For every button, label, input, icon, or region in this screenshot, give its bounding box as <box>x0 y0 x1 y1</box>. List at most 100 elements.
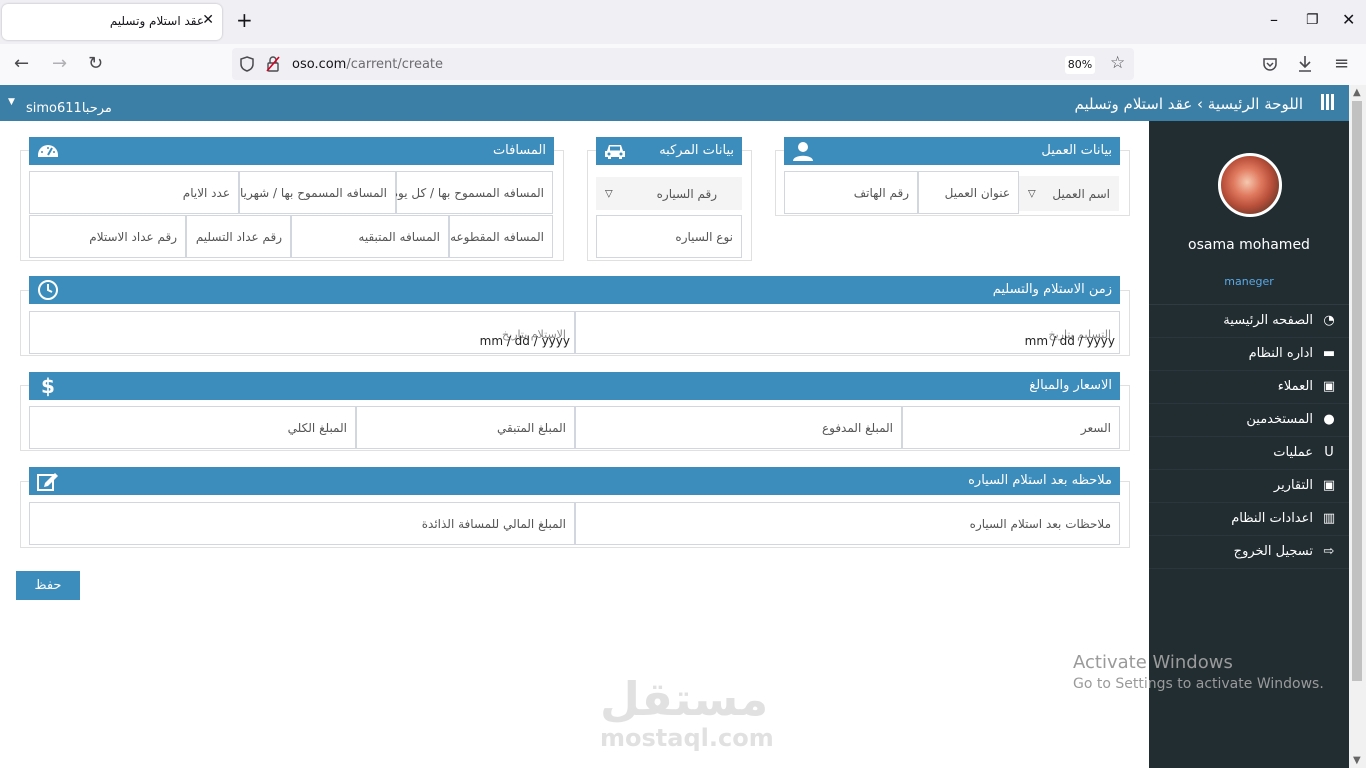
traveled-distance-input[interactable]: المسافه المقطوعه <box>449 215 553 258</box>
clock-icon <box>38 280 58 300</box>
days-count-input[interactable]: عدد الايام <box>29 171 239 214</box>
sidebar-item-system-admin[interactable]: ▬ اداره النظام <box>1149 338 1349 371</box>
sidebar-item-operations[interactable]: U عمليات <box>1149 437 1349 470</box>
reload-icon[interactable]: ↻ <box>88 54 103 74</box>
download-icon[interactable] <box>1297 55 1313 73</box>
delivery-date-input[interactable]: التسليم بتاريخ mm / dd / yyyy <box>575 311 1120 354</box>
remaining-distance-input[interactable]: المسافه المتبقيه <box>291 215 449 258</box>
time-panel-header: زمن الاستلام والتسليم <box>29 276 1120 304</box>
watermark-arabic: مستقل <box>600 672 769 726</box>
tab-title: عقد استلام وتسليم <box>109 14 204 28</box>
chevron-down-icon: ▽ <box>1028 188 1036 199</box>
sidebar-menu: ◔ الصفحه الرئيسية ▬ اداره النظام ▣ العمل… <box>1149 305 1349 569</box>
url-text[interactable]: oso.com/carrent/create <box>292 57 443 72</box>
browser-nav-bar: ← → ↻ oso.com/carrent/create 80% ☆ ≡ <box>0 44 1366 86</box>
prices-panel-header: الاسعار والمبالغ $ <box>29 372 1120 400</box>
excess-distance-amount-input[interactable]: المبلغ المالي للمسافة الذائدة <box>29 502 575 545</box>
sidebar-item-home[interactable]: ◔ الصفحه الرئيسية <box>1149 305 1349 338</box>
sidebar-item-label: اداره النظام <box>1248 346 1313 361</box>
user-greeting[interactable]: مرحباsimo611 <box>26 101 112 116</box>
sidebar-item-label: اعدادات النظام <box>1231 511 1313 526</box>
notes-after-receipt-input[interactable]: ملاحظات بعد استلام السياره <box>575 502 1120 545</box>
new-tab-icon[interactable]: + <box>236 10 253 30</box>
insecure-lock-icon[interactable] <box>266 56 280 72</box>
user-icon: ● <box>1323 412 1335 427</box>
pocket-icon[interactable] <box>1262 56 1278 72</box>
activate-windows-title: Activate Windows <box>1073 652 1233 673</box>
vehicle-type-input[interactable]: نوع السياره <box>596 215 742 258</box>
menu-toggle-icon[interactable] <box>1321 94 1335 110</box>
dollar-icon: $ <box>41 374 55 398</box>
browser-tab[interactable]: عقد استلام وتسليم ✕ <box>2 4 222 40</box>
remaining-amount-input[interactable]: المبلغ المتبقي <box>356 406 575 449</box>
sidebar-item-label: التقارير <box>1273 478 1313 493</box>
breadcrumb-home[interactable]: اللوحة الرئيسية <box>1208 95 1303 113</box>
breadcrumb-current: عقد استلام وتسليم <box>1074 95 1193 113</box>
distances-panel-header: المسافات <box>29 137 554 165</box>
paid-amount-input[interactable]: المبلغ المدفوع <box>575 406 902 449</box>
user-dropdown-caret-icon[interactable]: ▼ <box>8 97 15 107</box>
sidebar-item-users[interactable]: ● المستخدمين <box>1149 404 1349 437</box>
delivery-counter-input[interactable]: رقم عداد التسليم <box>186 215 291 258</box>
watermark-latin: mostaql.com <box>600 724 774 752</box>
user-role: maneger <box>1224 275 1274 288</box>
tab-close-icon[interactable]: ✕ <box>202 12 214 28</box>
page-scrollbar[interactable]: ▲ ▼ <box>1349 85 1366 768</box>
sidebar-item-label: عمليات <box>1273 445 1313 460</box>
customer-name-select[interactable]: اسم العميل ▽ <box>1019 176 1119 211</box>
receipt-date-value: mm / dd / yyyy <box>479 334 570 348</box>
app-header: اللوحة الرئيسية › عقد استلام وتسليم ▼ مر… <box>0 85 1349 121</box>
back-icon[interactable]: ← <box>14 54 29 74</box>
forward-icon[interactable]: → <box>52 54 67 74</box>
save-button[interactable]: حفظ <box>16 571 80 600</box>
sidebar-item-label: تسجيل الخروج <box>1233 544 1313 559</box>
sidebar-item-label: المستخدمين <box>1246 412 1313 427</box>
allowed-daily-distance-input[interactable]: المسافه المسموح بها / كل يوم <box>391 171 553 214</box>
bookmark-star-icon[interactable]: ☆ <box>1110 53 1125 73</box>
user-name: osama mohamed <box>1188 237 1310 253</box>
customer-address-input[interactable]: عنوان العميل <box>918 171 1019 214</box>
receipt-counter-input[interactable]: رقم عداد الاستلام <box>29 215 186 258</box>
car-icon <box>605 145 625 159</box>
restore-icon[interactable]: ❐ <box>1306 10 1319 30</box>
total-amount-input[interactable]: المبلغ الكلي <box>29 406 356 449</box>
price-input[interactable]: السعر <box>902 406 1120 449</box>
time-panel-title: زمن الاستلام والتسليم <box>992 282 1112 297</box>
allowed-monthly-distance-input[interactable]: المسافه المسموح بها / شهريا <box>239 171 396 214</box>
vehicle-panel-title: بيانات المركبه <box>659 143 734 158</box>
shield-icon[interactable] <box>240 56 254 72</box>
vehicle-number-select[interactable]: رقم السياره ▽ <box>596 177 742 210</box>
window-close-icon[interactable]: ✕ <box>1342 10 1355 30</box>
sidebar-item-settings[interactable]: ▥ اعدادات النظام <box>1149 503 1349 536</box>
sidebar-item-customers[interactable]: ▣ العملاء <box>1149 371 1349 404</box>
customer-panel-header: بيانات العميل <box>784 137 1120 165</box>
sidebar-item-logout[interactable]: ⇨ تسجيل الخروج <box>1149 536 1349 569</box>
distances-panel-title: المسافات <box>492 143 546 158</box>
magnet-icon: U <box>1324 445 1334 460</box>
activate-windows-subtitle: Go to Settings to activate Windows. <box>1073 676 1324 692</box>
prices-panel-title: الاسعار والمبالغ <box>1029 378 1112 393</box>
vehicle-panel-header: بيانات المركبه <box>596 137 742 165</box>
app-menu-icon[interactable]: ≡ <box>1334 54 1349 74</box>
avatar <box>1218 153 1282 217</box>
scrollbar-thumb[interactable] <box>1352 101 1362 681</box>
breadcrumb: اللوحة الرئيسية › عقد استلام وتسليم <box>1075 95 1304 113</box>
receipt-date-input[interactable]: الاستلام بتاريخ mm / dd / yyyy <box>29 311 575 354</box>
chevron-down-icon: ▽ <box>605 188 613 199</box>
notes-panel-title: ملاحظه بعد استلام السياره <box>968 473 1112 488</box>
sidebar-item-reports[interactable]: ▣ التقارير <box>1149 470 1349 503</box>
customer-phone-input[interactable]: رقم الهاتف <box>784 171 918 214</box>
notes-panel-header: ملاحظه بعد استلام السياره <box>29 467 1120 495</box>
id-card-icon: ▣ <box>1322 379 1336 394</box>
zoom-level[interactable]: 80% <box>1065 56 1095 74</box>
url-bar[interactable]: oso.com/carrent/create 80% ☆ <box>232 48 1134 80</box>
sidebar-item-label: العملاء <box>1277 379 1313 394</box>
chart-icon: ▥ <box>1322 511 1336 526</box>
scroll-up-icon[interactable]: ▲ <box>1353 87 1361 98</box>
delivery-date-value: mm / dd / yyyy <box>1024 334 1115 348</box>
minimize-icon[interactable]: – <box>1270 10 1278 30</box>
id-card-icon: ▣ <box>1322 478 1336 493</box>
scroll-down-icon[interactable]: ▼ <box>1353 755 1361 766</box>
edit-icon <box>37 473 58 491</box>
tachometer-icon <box>38 145 58 157</box>
